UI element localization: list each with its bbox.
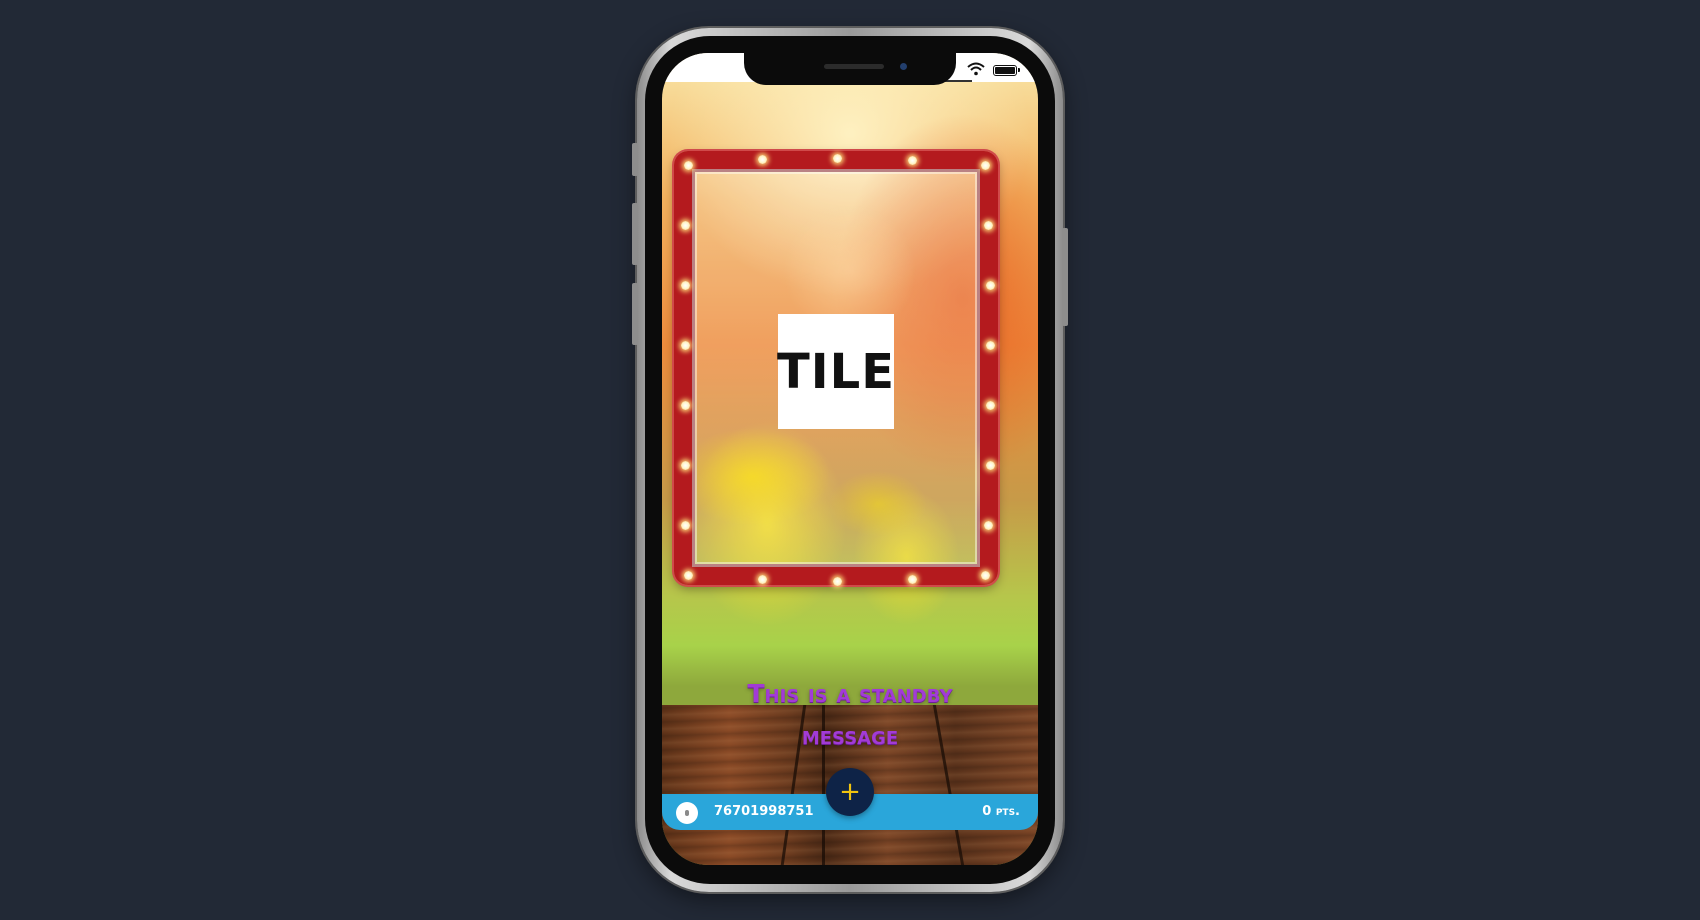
marquee-bulb xyxy=(908,575,917,584)
mute-switch xyxy=(632,143,638,176)
marquee-bulb xyxy=(981,161,990,170)
phone-number: 76701998751 xyxy=(714,804,814,819)
marquee-bulb xyxy=(986,281,995,290)
battery-icon xyxy=(993,65,1020,76)
marquee-bulb xyxy=(758,575,767,584)
power-button xyxy=(1062,228,1068,326)
plus-icon: + xyxy=(839,777,861,807)
marquee-bulb xyxy=(681,341,690,350)
add-button[interactable]: + xyxy=(826,768,874,816)
avatar[interactable] xyxy=(676,802,698,824)
camera-icon xyxy=(900,63,907,70)
marquee-bulb xyxy=(681,521,690,530)
marquee-bulb xyxy=(681,221,690,230)
marquee-bulb xyxy=(684,161,693,170)
marquee-bulb xyxy=(833,154,842,163)
phone-screen: TILE This is a standby message 767019987… xyxy=(662,53,1038,865)
marquee-bulb xyxy=(758,155,767,164)
page: TILE This is a standby message 767019987… xyxy=(0,0,1700,920)
volume-down-button xyxy=(632,283,638,345)
speaker-grille xyxy=(824,64,884,69)
marquee-bulb xyxy=(984,221,993,230)
marquee-bulb xyxy=(981,571,990,580)
standby-message: This is a standby message xyxy=(747,679,953,750)
user-icon xyxy=(685,810,689,816)
marquee-bulb xyxy=(681,281,690,290)
marquee-bulb xyxy=(684,571,693,580)
phone-mockup: TILE This is a standby message 767019987… xyxy=(632,28,1068,892)
marquee-bulb xyxy=(986,461,995,470)
volume-up-button xyxy=(632,203,638,265)
tile-label: TILE xyxy=(777,343,895,400)
tile-card[interactable]: TILE xyxy=(777,314,895,429)
notch xyxy=(744,53,956,85)
wifi-icon xyxy=(967,62,985,76)
marquee-bulb xyxy=(908,156,917,165)
marquee-bulb xyxy=(986,401,995,410)
points-counter: 0 pts. xyxy=(982,804,1020,819)
marquee-bulb xyxy=(681,461,690,470)
marquee-bulb xyxy=(681,401,690,410)
marquee-bulb xyxy=(984,521,993,530)
marquee-bulb xyxy=(986,341,995,350)
marquee-bulb xyxy=(833,577,842,586)
